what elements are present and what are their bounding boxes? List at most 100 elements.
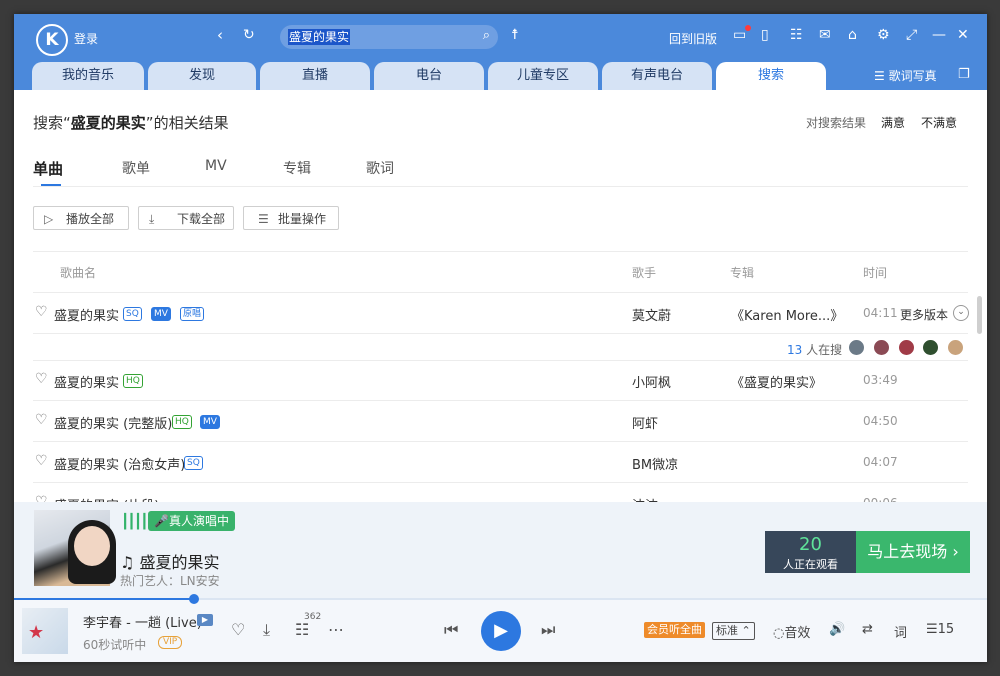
song-name[interactable]: 盛夏的果实 (完整版) bbox=[54, 413, 172, 432]
watching-count: 20 人正在观看 bbox=[765, 531, 856, 573]
avatar[interactable] bbox=[923, 340, 938, 355]
heart-icon[interactable]: ♡ bbox=[35, 453, 48, 469]
batch-label: 批量操作 bbox=[278, 212, 327, 226]
old-version-link[interactable]: 回到旧版 bbox=[669, 30, 717, 47]
divider bbox=[33, 333, 968, 334]
playlist-button[interactable]: ☰15 bbox=[926, 622, 954, 637]
avatar[interactable] bbox=[849, 340, 864, 355]
download-icon[interactable]: ⤓ bbox=[263, 620, 270, 640]
play-icon: ▷ bbox=[44, 212, 54, 226]
heart-icon[interactable]: ♡ bbox=[231, 620, 245, 639]
subtab-mv[interactable]: MV bbox=[205, 158, 227, 174]
refresh-icon[interactable]: ↻ bbox=[243, 27, 255, 43]
restore-window-icon[interactable]: ❐ bbox=[958, 67, 970, 82]
subtab-songs[interactable]: 单曲 bbox=[33, 158, 63, 179]
more-versions-link[interactable]: 更多版本 bbox=[900, 306, 948, 323]
singer-name[interactable]: 阿虾 bbox=[632, 413, 658, 432]
progress-fill bbox=[14, 598, 194, 600]
chevron-down-icon[interactable]: ⌄ bbox=[953, 305, 969, 321]
song-name[interactable]: 盛夏的果实 bbox=[54, 305, 119, 324]
heart-icon[interactable]: ♡ bbox=[35, 371, 48, 387]
tab-kids[interactable]: 儿童专区 bbox=[488, 62, 598, 90]
video-icon[interactable]: ▶ bbox=[197, 614, 213, 626]
mini-mode-icon[interactable]: ⤢ bbox=[906, 27, 917, 43]
col-header-album: 专辑 bbox=[730, 266, 755, 280]
volume-icon[interactable]: 🔊 bbox=[829, 622, 845, 637]
voice-search-icon[interactable]: ☨ bbox=[511, 27, 519, 43]
search-input[interactable]: 盛夏的果实 bbox=[288, 29, 351, 45]
tab-live[interactable]: 直播 bbox=[260, 62, 370, 90]
table-row[interactable]: ♡ 盛夏的果实 SQ MV 原唱 莫文蔚 《Karen More...》 04:… bbox=[33, 294, 969, 334]
scrollbar-thumb[interactable] bbox=[977, 296, 982, 334]
album-name[interactable]: 《盛夏的果实》 bbox=[731, 372, 822, 391]
live-badge-label: 真人演唱中 bbox=[168, 514, 229, 528]
lyric-button[interactable]: 词 bbox=[894, 622, 907, 641]
mv-badge[interactable]: MV bbox=[200, 415, 220, 429]
vip-badge[interactable]: VIP bbox=[158, 636, 183, 649]
logo-icon[interactable]: K bbox=[36, 24, 68, 56]
heart-icon[interactable]: ♡ bbox=[35, 412, 48, 428]
col-header-name: 歌曲名 bbox=[60, 266, 97, 280]
live-song-name: 盛夏的果实 bbox=[139, 553, 220, 572]
sound-effect-button[interactable]: ◌音效 bbox=[773, 622, 810, 641]
mv-badge[interactable]: MV bbox=[151, 307, 171, 321]
duration: 03:49 bbox=[863, 373, 898, 387]
subtab-lyrics[interactable]: 歌词 bbox=[366, 158, 394, 178]
minimize-icon[interactable]: — bbox=[932, 27, 946, 43]
album-cover[interactable]: ★ bbox=[22, 608, 68, 654]
login-link[interactable]: 登录 bbox=[74, 30, 98, 47]
more-icon[interactable]: ⋯ bbox=[328, 620, 344, 639]
table-row[interactable]: ♡ 盛夏的果实 (治愈女声) SQ BM微凉 04:07 bbox=[33, 443, 968, 483]
play-button[interactable]: ▶ bbox=[481, 611, 521, 651]
satisfied-button[interactable]: 满意 bbox=[881, 114, 905, 131]
progress-handle[interactable] bbox=[189, 594, 199, 604]
batch-button[interactable]: ☰ 批量操作 bbox=[243, 206, 339, 230]
singer-name[interactable]: 小阿枫 bbox=[632, 372, 671, 391]
album-name[interactable]: 《Karen More...》 bbox=[731, 305, 843, 324]
search-icon[interactable]: ⌕ bbox=[483, 28, 490, 43]
title-prefix: 搜索“ bbox=[33, 114, 71, 132]
heart-icon[interactable]: ♡ bbox=[35, 304, 48, 320]
avatar[interactable] bbox=[948, 340, 963, 355]
tab-search[interactable]: 搜索 bbox=[716, 62, 826, 90]
singer-name[interactable]: BM微凉 bbox=[632, 454, 678, 473]
phone-icon[interactable]: ▯ bbox=[761, 27, 769, 43]
avatar[interactable] bbox=[899, 340, 914, 355]
skin-icon[interactable]: ⌂ bbox=[848, 27, 857, 43]
download-all-button[interactable]: ⤓ 下载全部 bbox=[138, 206, 234, 230]
sq-badge: SQ bbox=[123, 307, 142, 321]
chevron-left-icon[interactable]: ‹ bbox=[217, 26, 223, 44]
song-name[interactable]: 盛夏的果实 (治愈女声) bbox=[54, 454, 185, 473]
tv-icon[interactable]: ▭ bbox=[733, 27, 746, 43]
lyrics-photo-button[interactable]: ☰ 歌词写真 bbox=[874, 67, 937, 84]
go-live-button[interactable]: 马上去现场 › bbox=[856, 531, 970, 573]
vip-full-song-button[interactable]: 会员听全曲 bbox=[644, 622, 705, 638]
avatar[interactable] bbox=[874, 340, 889, 355]
close-icon[interactable]: ✕ bbox=[957, 27, 969, 43]
unsatisfied-button[interactable]: 不满意 bbox=[921, 114, 957, 131]
live-panel[interactable]: ┃┃┃┃ 🎤真人演唱中 ♫ 盛夏的果实 热门艺人：LN安安 20 人正在观看 马… bbox=[14, 502, 987, 598]
tab-my-music[interactable]: 我的音乐 bbox=[32, 62, 144, 90]
tab-radio[interactable]: 电台 bbox=[374, 62, 484, 90]
subtab-playlists[interactable]: 歌单 bbox=[122, 158, 150, 178]
tab-discover[interactable]: 发现 bbox=[148, 62, 256, 90]
search-box[interactable]: 盛夏的果实 ⌕ bbox=[280, 25, 498, 49]
singer-name[interactable]: 莫文蔚 bbox=[632, 305, 671, 324]
apps-icon[interactable]: ☷ bbox=[790, 27, 803, 43]
comment-icon[interactable]: ☷ bbox=[295, 620, 309, 639]
next-icon[interactable]: ⏭ bbox=[541, 620, 555, 640]
table-row[interactable]: ♡ 盛夏的果实 HQ 小阿枫 《盛夏的果实》 03:49 bbox=[33, 361, 968, 401]
now-playing-title[interactable]: 李宇春 - 一趟 (Live) bbox=[83, 612, 202, 631]
live-streamer-photo[interactable] bbox=[34, 510, 116, 586]
tab-audiobook[interactable]: 有声电台 bbox=[602, 62, 712, 90]
quality-select[interactable]: 标准 ⌃ bbox=[712, 622, 755, 640]
repeat-icon[interactable]: ⇄ bbox=[862, 622, 873, 637]
song-name[interactable]: 盛夏的果实 bbox=[54, 372, 119, 391]
mail-icon[interactable]: ✉ bbox=[819, 27, 831, 43]
subtab-albums[interactable]: 专辑 bbox=[283, 158, 311, 178]
list-icon: ☰ bbox=[258, 212, 269, 226]
play-all-button[interactable]: ▷ 播放全部 bbox=[33, 206, 129, 230]
previous-icon[interactable]: ⏮ bbox=[444, 620, 458, 640]
table-row[interactable]: ♡ 盛夏的果实 (完整版) HQ MV 阿虾 04:50 bbox=[33, 402, 968, 442]
settings-icon[interactable]: ⚙ bbox=[877, 27, 890, 43]
